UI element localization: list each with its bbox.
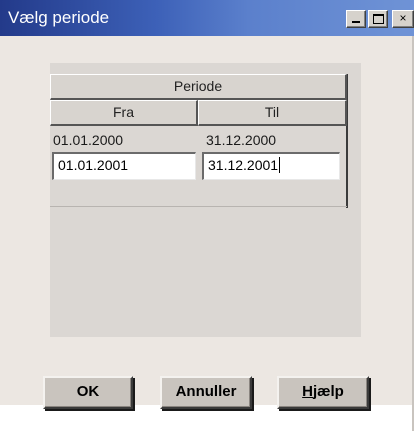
column-header-fra[interactable]: Fra: [50, 100, 198, 126]
window-title: Vælg periode: [8, 8, 110, 27]
til-date-value: 31.12.2001: [208, 157, 279, 173]
til-date-input[interactable]: 31.12.2001: [202, 152, 340, 180]
help-button-label: jælp: [313, 383, 344, 400]
fra-date-input[interactable]: 01.01.2001: [52, 152, 196, 180]
cancel-button[interactable]: Annuller: [160, 376, 252, 409]
maximize-button[interactable]: [368, 10, 388, 28]
row-1-fra-cell[interactable]: 01.01.2000: [53, 132, 123, 148]
close-icon: ×: [399, 11, 407, 25]
period-group-header: Periode: [50, 74, 347, 100]
help-button-mnemonic: H: [302, 383, 313, 400]
grid-row-divider: [50, 206, 347, 207]
help-button[interactable]: Hjælp: [277, 376, 369, 409]
ok-button-label: OK: [76, 383, 100, 400]
fra-date-value: 01.01.2001: [58, 157, 129, 173]
cancel-button-label: Annuller: [175, 383, 237, 400]
row-1-til-cell[interactable]: 31.12.2000: [206, 132, 276, 148]
text-caret: [279, 157, 281, 173]
column-header-til[interactable]: Til: [198, 100, 347, 126]
dialog-window: Vælg periode × Periode Fra Til 01.01.200…: [0, 0, 414, 431]
maximize-icon: [373, 14, 384, 24]
minimize-icon: [352, 21, 360, 23]
title-bar[interactable]: Vælg periode ×: [0, 0, 414, 36]
ok-button[interactable]: OK: [43, 376, 133, 409]
close-button[interactable]: ×: [392, 10, 414, 28]
minimize-button[interactable]: [346, 10, 366, 28]
